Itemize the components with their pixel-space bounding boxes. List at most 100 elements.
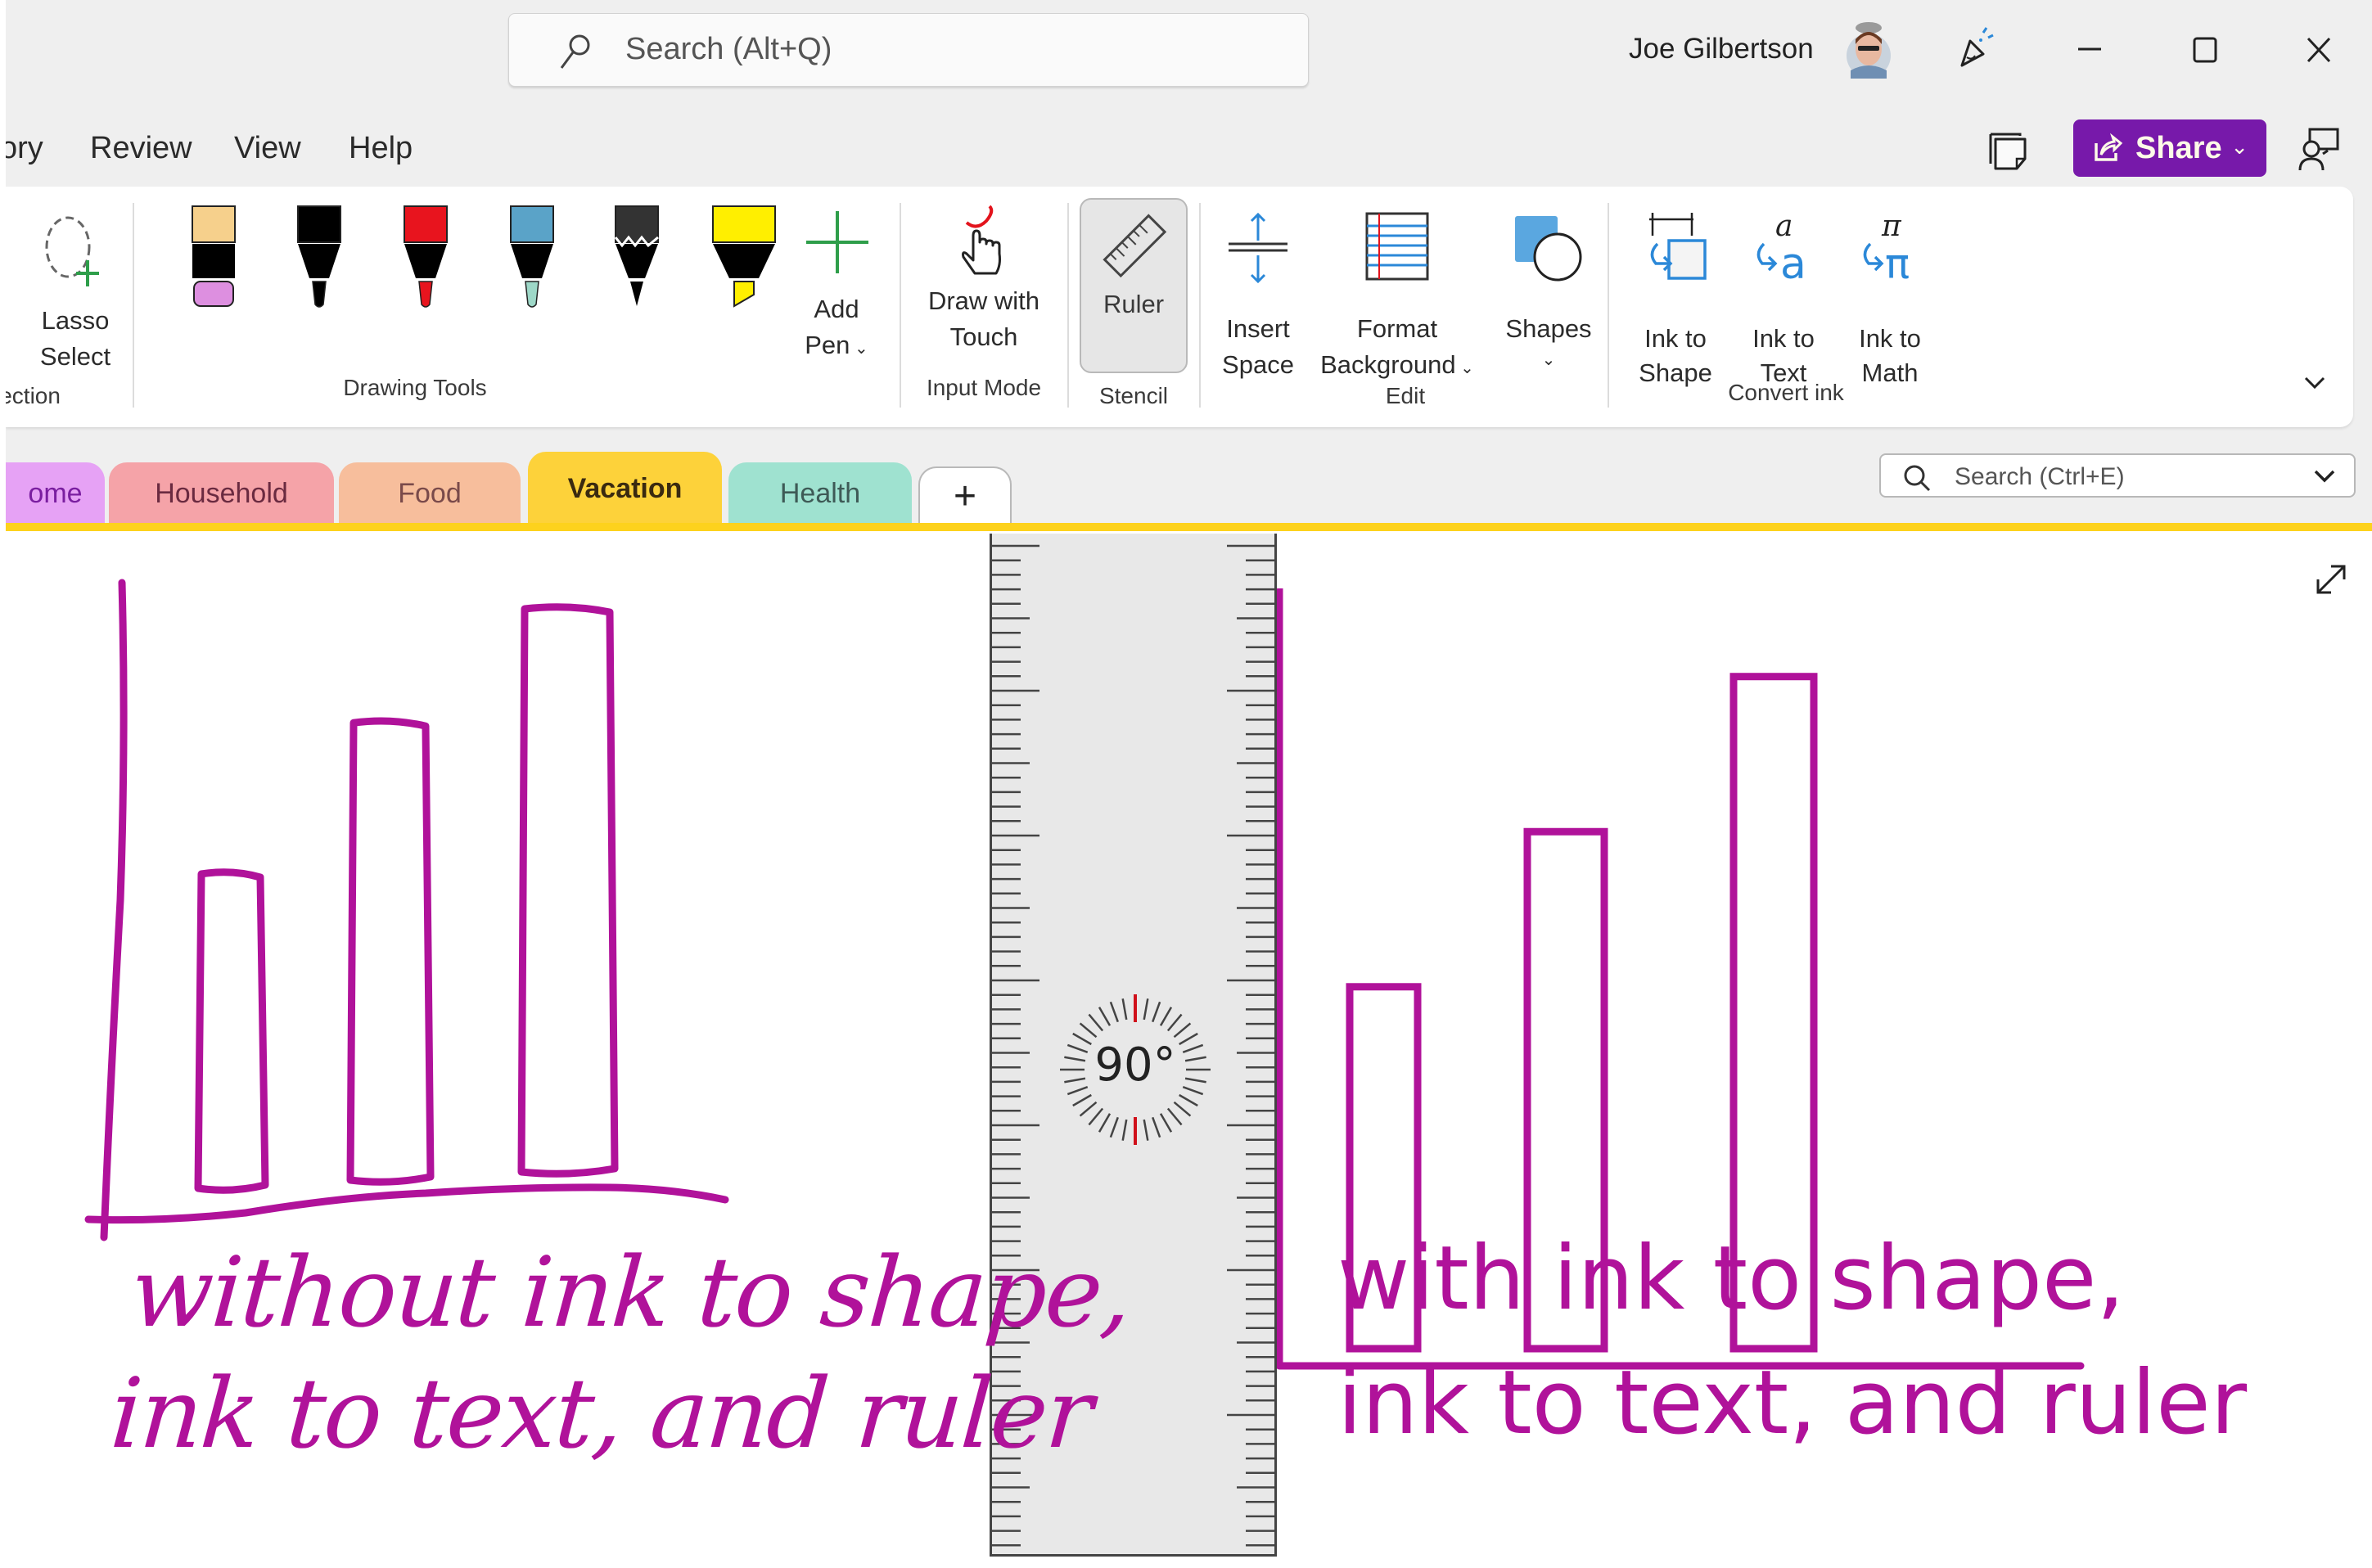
draw-with-touch-button[interactable]: Draw with Touch bbox=[914, 203, 1053, 367]
dial-tick bbox=[1072, 1093, 1092, 1107]
dial-tick bbox=[1179, 1093, 1198, 1107]
group-label-convert-ink: Convert ink bbox=[1728, 380, 1844, 405]
svg-text:a: a bbox=[1780, 240, 1806, 285]
group-label-edit: Edit bbox=[1385, 383, 1426, 408]
format-bg-label-1: Format bbox=[1356, 314, 1438, 343]
red-pen-pen-icon[interactable] bbox=[401, 205, 450, 311]
ruler-label: Ruler bbox=[1103, 290, 1165, 318]
ink-to-shape-button[interactable]: Ink to Shape bbox=[1626, 211, 1725, 387]
menu-help[interactable]: Help bbox=[349, 131, 413, 166]
dial-tick bbox=[1079, 1101, 1098, 1117]
format-bg-label-2: Background ⌄ bbox=[1315, 347, 1479, 386]
chevron-down-icon[interactable]: ⌄ bbox=[2230, 134, 2248, 160]
menu-history[interactable]: ory bbox=[0, 131, 43, 166]
user-name[interactable]: Joe Gilbertson bbox=[1629, 33, 1814, 65]
section-search-placeholder: Search (Ctrl+E) bbox=[1955, 463, 2125, 490]
add-pen-text: Pen bbox=[805, 331, 850, 359]
section-tab-ome[interactable]: ome bbox=[6, 462, 105, 525]
share-icon bbox=[2095, 133, 2123, 161]
section-tab-food[interactable]: Food bbox=[339, 462, 521, 525]
format-background-button[interactable]: Format Background ⌄ bbox=[1315, 211, 1479, 379]
group-label-selection: lection bbox=[0, 383, 61, 408]
section-tab-label: ome bbox=[28, 477, 83, 509]
section-tab-health[interactable]: Health bbox=[728, 462, 912, 525]
separator bbox=[900, 203, 901, 408]
eraser-pen-icon[interactable] bbox=[189, 205, 238, 311]
section-tab-label: Health bbox=[779, 477, 861, 509]
angle-dial[interactable]: 90° bbox=[1057, 992, 1213, 1147]
search-icon bbox=[1904, 465, 1931, 492]
ink-to-text-label-1: Ink to bbox=[1752, 324, 1815, 353]
chevron-down-icon: ⌄ bbox=[1455, 359, 1474, 377]
section-tab-household[interactable]: Household bbox=[109, 462, 334, 525]
expand-icon[interactable] bbox=[2313, 561, 2349, 597]
highlighter-pen-icon[interactable] bbox=[710, 205, 778, 311]
group-label-drawing-tools: Drawing Tools bbox=[343, 375, 487, 400]
collapse-ribbon-chevron-icon[interactable] bbox=[2302, 373, 2327, 393]
converted-caption-line-1: with ink to shape, bbox=[1337, 1228, 2125, 1330]
insert-space-label-1: Insert bbox=[1226, 314, 1290, 343]
avatar[interactable] bbox=[1844, 20, 1892, 79]
draw-touch-label-1: Draw with bbox=[927, 286, 1040, 315]
angle-readout: 90° bbox=[1094, 1039, 1175, 1092]
menu-view[interactable]: View bbox=[234, 131, 301, 166]
search-box[interactable]: Search (Alt+Q) bbox=[508, 13, 1309, 87]
active-section-underline bbox=[6, 523, 2372, 531]
insert-space-label-2: Space bbox=[1222, 350, 1294, 379]
add-pen-label-2: Pen ⌄ bbox=[791, 327, 882, 367]
pencil-pen-icon[interactable] bbox=[612, 205, 661, 311]
ink-to-math-label-1: Ink to bbox=[1859, 324, 1921, 353]
galaxy-pen-pen-icon[interactable] bbox=[507, 205, 557, 311]
section-tab-label: Household bbox=[155, 477, 288, 509]
dial-tick bbox=[1098, 1007, 1112, 1026]
section-tab-label: Food bbox=[398, 477, 462, 509]
dial-tick bbox=[1064, 1056, 1086, 1062]
dial-tick bbox=[1098, 1113, 1112, 1133]
share-button[interactable]: Share ⌄ bbox=[2073, 119, 2266, 177]
dial-tick bbox=[1184, 1056, 1206, 1062]
add-section-button[interactable]: + bbox=[918, 466, 1012, 524]
dial-tick bbox=[1109, 1116, 1119, 1138]
chevron-down-icon: ⌄ bbox=[1541, 351, 1556, 369]
draw-touch-label-2: Touch bbox=[949, 322, 1018, 351]
section-tab-vacation[interactable]: Vacation bbox=[528, 452, 722, 525]
dial-tick bbox=[1072, 1032, 1092, 1046]
ink-to-text-button[interactable]: aa Ink to Text bbox=[1734, 211, 1833, 387]
chevron-down-icon[interactable] bbox=[2313, 468, 2336, 484]
plus-icon: + bbox=[953, 474, 977, 518]
dial-tick bbox=[1079, 1022, 1098, 1039]
shapes-button[interactable]: Shapes ⌄ bbox=[1495, 211, 1602, 375]
svg-text:a: a bbox=[1775, 211, 1793, 243]
touch-draw-icon bbox=[962, 205, 1001, 275]
close-icon[interactable] bbox=[2294, 25, 2343, 74]
ink-to-math-button[interactable]: ππ Ink to Math bbox=[1841, 211, 1939, 387]
dial-tick bbox=[1159, 1007, 1173, 1026]
dial-tick bbox=[1143, 998, 1149, 1021]
dial-tick bbox=[1066, 1086, 1089, 1096]
dial-tick bbox=[1159, 1113, 1173, 1133]
present-person-icon[interactable] bbox=[2297, 126, 2343, 172]
dial-tick bbox=[1166, 1107, 1183, 1126]
insert-space-button[interactable]: Insert Space bbox=[1209, 211, 1307, 379]
dial-tick bbox=[1173, 1022, 1192, 1039]
menu-review[interactable]: Review bbox=[90, 131, 192, 166]
add-pen-button[interactable]: Add Pen ⌄ bbox=[791, 211, 882, 375]
dial-tick bbox=[1143, 1119, 1149, 1141]
dial-tick bbox=[1152, 1001, 1161, 1023]
svg-text:π: π bbox=[1881, 211, 1902, 243]
search-placeholder: Search (Alt+Q) bbox=[625, 32, 832, 66]
chevron-down-icon: ⌄ bbox=[850, 340, 868, 358]
shapes-icon bbox=[1515, 216, 1582, 282]
sticky-note-icon[interactable] bbox=[1984, 126, 2032, 173]
section-search-box[interactable]: Search (Ctrl+E) bbox=[1879, 453, 2356, 498]
maximize-icon[interactable] bbox=[2180, 25, 2229, 74]
dial-tick bbox=[1121, 998, 1128, 1021]
handwritten-caption-line-2: ink to text, and ruler bbox=[107, 1357, 1095, 1470]
celebrate-icon[interactable] bbox=[1950, 25, 2000, 74]
black-pen-pen-icon[interactable] bbox=[295, 205, 344, 311]
group-label-stencil: Stencil bbox=[1098, 383, 1169, 408]
add-pen-label-1: Add bbox=[814, 295, 859, 323]
ruler-button[interactable]: Ruler bbox=[1080, 198, 1188, 373]
search-icon bbox=[560, 34, 590, 69]
minimize-icon[interactable] bbox=[2065, 25, 2114, 74]
